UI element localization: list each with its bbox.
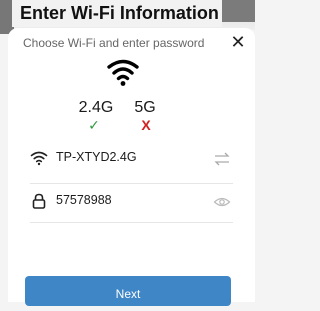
wifi-name-input[interactable] <box>56 150 196 164</box>
check-icon: ✓ <box>88 117 100 133</box>
wifi-icon <box>30 151 48 166</box>
swap-icon[interactable] <box>213 151 231 167</box>
password-field[interactable] <box>30 186 233 218</box>
lock-icon <box>32 193 46 209</box>
cross-icon: X <box>141 117 151 133</box>
dialog-subtitle: Choose Wi-Fi and enter password <box>23 36 205 50</box>
password-input[interactable] <box>56 193 196 207</box>
eye-icon[interactable] <box>213 194 231 210</box>
divider <box>30 222 233 223</box>
divider <box>30 183 233 184</box>
wifi-icon <box>107 59 139 86</box>
page-title: Enter Wi-Fi Information <box>12 0 222 27</box>
band-option-2-4g[interactable]: 2.4G <box>74 99 118 117</box>
close-icon[interactable]: ✕ <box>228 32 248 52</box>
wifi-name-field[interactable] <box>30 143 233 175</box>
band-option-5g[interactable]: 5G <box>130 99 160 117</box>
